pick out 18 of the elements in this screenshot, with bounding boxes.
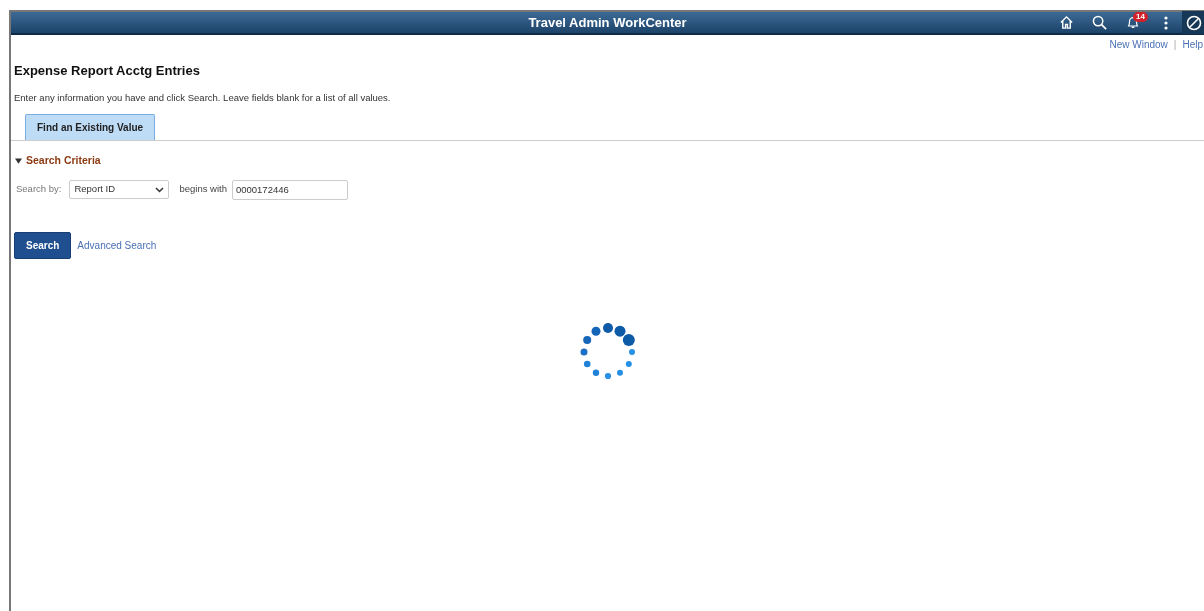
notification-badge: 14 — [1133, 12, 1148, 22]
search-by-select[interactable]: Report ID — [69, 180, 170, 199]
page-title: Expense Report Acctg Entries — [14, 62, 201, 80]
header-link[interactable]: New Window — [1109, 37, 1168, 52]
search-criteria-toggle[interactable]: Search Criteria — [15, 152, 1204, 169]
search-by-label: Search by: — [16, 182, 62, 197]
search-value-field[interactable]: 0000172446 — [231, 179, 348, 200]
link-separator: | — [1173, 38, 1177, 52]
caret-icon — [15, 157, 22, 164]
instructions-text: Enter any information you have and click Search. Leave fields blank for a list of all values. — [14, 90, 392, 105]
tab[interactable]: Find an Existing Value — [25, 113, 156, 140]
operator-label: begins with — [179, 182, 227, 197]
navbar-icon[interactable] — [1182, 11, 1204, 34]
app-title: Travel Admin WorkCenter — [528, 13, 687, 32]
search-button[interactable]: Search — [14, 231, 72, 259]
chevron-down-icon — [155, 186, 165, 193]
header-link[interactable]: Help — [1182, 37, 1203, 52]
advanced-search-link[interactable]: Advanced Search — [77, 237, 157, 253]
